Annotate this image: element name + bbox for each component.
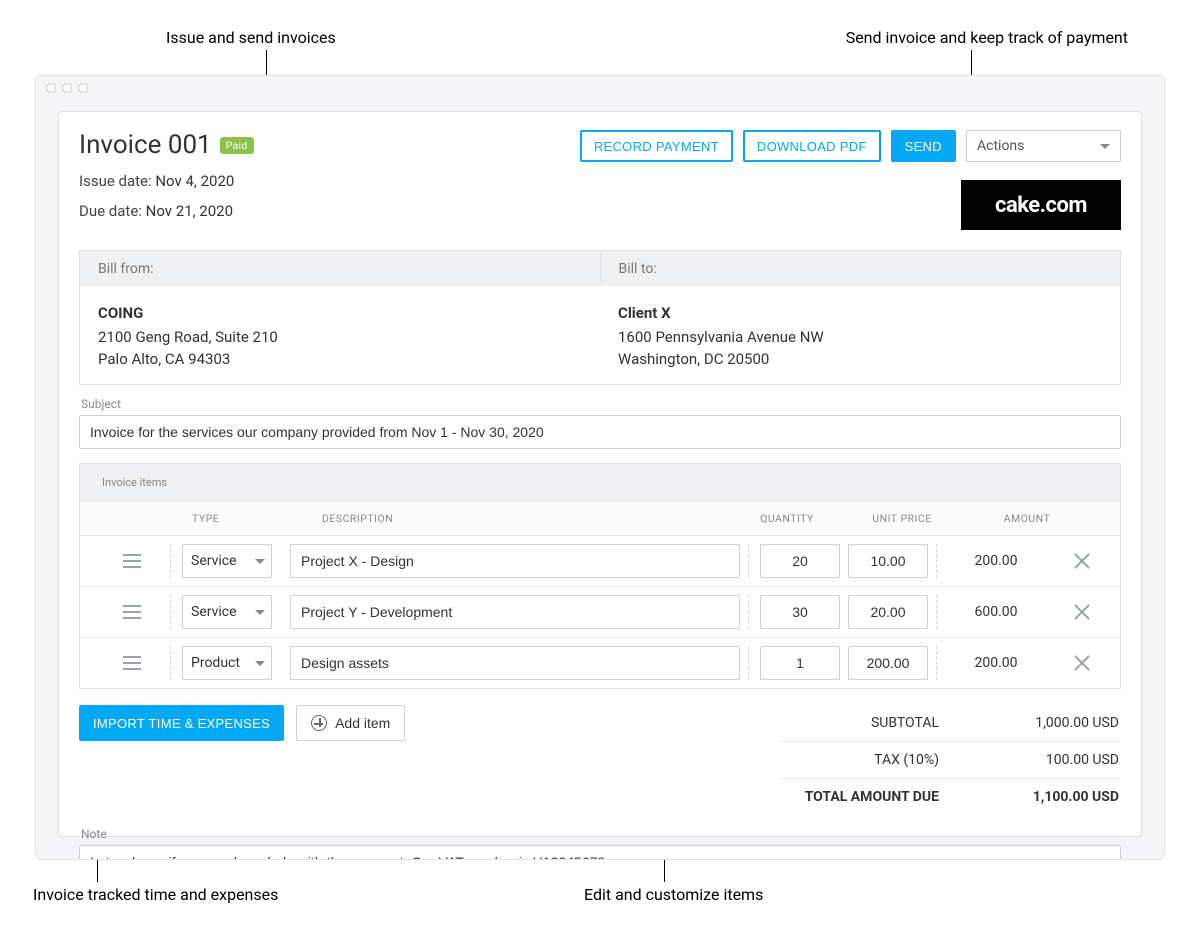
below-items: IMPORT TIME & EXPENSES Add item SUBTOTAL… [79,705,1121,815]
chevron-down-icon [255,661,265,666]
item-row: Service 200.00 [80,535,1120,586]
bill-from-line2: Palo Alto, CA 94303 [98,348,582,370]
col-type: TYPE [192,512,302,525]
drag-handle-icon[interactable] [123,605,141,619]
item-unit-price-input[interactable] [848,646,928,680]
item-unit-price-input[interactable] [848,544,928,578]
tax-label: TAX (10%) [783,752,939,768]
bill-from-line1: 2100 Geng Road, Suite 210 [98,326,582,348]
company-logo-text: cake.com [995,193,1087,218]
item-amount: 200.00 [948,553,1044,569]
delete-item-icon[interactable] [1072,602,1092,622]
bill-body: COING 2100 Geng Road, Suite 210 Palo Alt… [79,286,1121,385]
item-type-dropdown[interactable]: Service [182,595,272,629]
column-separator [170,544,171,578]
item-type-dropdown[interactable]: Service [182,544,272,578]
item-description-input[interactable] [290,646,740,680]
company-logo: cake.com [961,180,1121,230]
bill-from-name: COING [98,304,582,322]
item-unit-price-input[interactable] [848,595,928,629]
col-description: DESCRIPTION [322,512,722,525]
import-time-expenses-button[interactable]: IMPORT TIME & EXPENSES [79,705,284,741]
item-quantity-input[interactable] [760,595,840,629]
plus-circle-icon [311,715,327,731]
annotation-issue-send: Issue and send invoices [166,28,336,47]
bill-to-heading: Bill to: [601,251,1121,286]
item-description-input[interactable] [290,595,740,629]
bill-to-line1: 1600 Pennsylvania Avenue NW [618,326,1102,348]
status-badge: Paid [220,137,254,154]
total-due-value: 1,100.00 USD [979,789,1119,805]
add-item-label: Add item [335,715,390,731]
chevron-down-icon [255,559,265,564]
annotation-send-track: Send invoice and keep track of payment [846,28,1128,47]
delete-item-icon[interactable] [1072,551,1092,571]
app-window: Invoice 001 Paid Issue date: Nov 4, 2020… [35,75,1165,860]
item-amount: 200.00 [948,655,1044,671]
bill-from-heading: Bill from: [80,251,601,286]
col-amount: AMOUNT [972,512,1082,525]
item-type-dropdown[interactable]: Product [182,646,272,680]
window-controls [36,76,1164,100]
issue-date-label: Issue date: [79,172,152,190]
subtotal-label: SUBTOTAL [783,715,939,731]
actions-dropdown[interactable]: Actions [966,130,1121,162]
header-row: Invoice 001 Paid Issue date: Nov 4, 2020… [79,130,1121,230]
issue-date-value: Nov 4, 2020 [155,172,234,190]
window-dot [78,83,88,93]
subtotal-value: 1,000.00 USD [979,715,1119,731]
drag-handle-icon[interactable] [123,656,141,670]
subject-label: Subject [81,397,1121,411]
note-input[interactable] [79,845,1121,860]
record-payment-button[interactable]: RECORD PAYMENT [580,130,733,162]
annotation-edit-items: Edit and customize items [584,885,763,904]
item-quantity-input[interactable] [760,544,840,578]
item-row: Service 600.00 [80,586,1120,637]
due-date-label: Due date: [79,202,142,220]
items-block: Invoice items TYPE DESCRIPTION QUANTITY … [79,463,1121,689]
totals-block: SUBTOTAL 1,000.00 USD TAX (10%) 100.00 U… [781,705,1121,815]
tax-value: 100.00 USD [979,752,1119,768]
column-separator [936,544,937,578]
item-type-value: Service [191,553,237,569]
column-separator [748,544,749,578]
column-separator [936,646,937,680]
window-dot [62,83,72,93]
delete-item-icon[interactable] [1072,653,1092,673]
col-unit-price: UNIT PRICE [852,512,952,525]
bill-header: Bill from: Bill to: [79,250,1121,286]
items-section-label: Invoice items [80,464,1120,501]
total-due-label: TOTAL AMOUNT DUE [783,789,939,805]
bill-to-name: Client X [618,304,1102,322]
chevron-down-icon [1100,144,1110,149]
due-date-value: Nov 21, 2020 [146,202,233,220]
item-quantity-input[interactable] [760,646,840,680]
download-pdf-button[interactable]: DOWNLOAD PDF [743,130,881,162]
note-label: Note [81,827,1121,841]
subject-input[interactable] [79,415,1121,449]
add-item-button[interactable]: Add item [296,705,405,741]
col-quantity: QUANTITY [742,512,832,525]
column-separator [748,595,749,629]
column-separator [936,595,937,629]
chevron-down-icon [255,610,265,615]
bill-to-line2: Washington, DC 20500 [618,348,1102,370]
items-header-row: TYPE DESCRIPTION QUANTITY UNIT PRICE AMO… [80,501,1120,535]
item-type-value: Product [191,655,240,671]
item-description-input[interactable] [290,544,740,578]
column-separator [748,646,749,680]
invoice-panel: Invoice 001 Paid Issue date: Nov 4, 2020… [58,111,1142,837]
item-row: Product 200.00 [80,637,1120,688]
window-dot [46,83,56,93]
drag-handle-icon[interactable] [123,554,141,568]
annotation-tracked-time: Invoice tracked time and expenses [33,885,278,904]
item-type-value: Service [191,604,237,620]
send-button[interactable]: SEND [891,130,956,162]
item-amount: 600.00 [948,604,1044,620]
column-separator [170,646,171,680]
actions-dropdown-label: Actions [977,138,1024,154]
column-separator [170,595,171,629]
invoice-title: Invoice 001 [79,130,212,160]
